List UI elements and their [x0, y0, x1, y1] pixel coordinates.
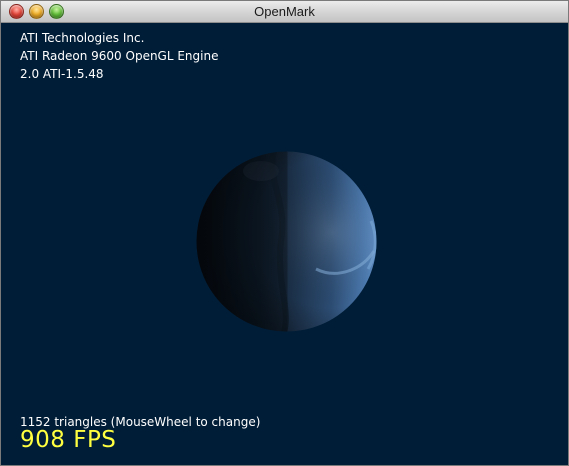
window-title: OpenMark [254, 4, 315, 19]
opengl-viewport[interactable]: ATI Technologies Inc. ATI Radeon 9600 Op… [1, 23, 568, 465]
sphere-graphic [196, 151, 377, 332]
app-window: OpenMark ATI Technologies Inc. ATI Radeo… [0, 0, 569, 466]
rendered-sphere [196, 151, 377, 332]
fps-counter: 908 FPS [20, 427, 117, 453]
gl-version-text: 2.0 ATI-1.5.48 [20, 67, 104, 81]
gl-renderer-text: ATI Radeon 9600 OpenGL Engine [20, 49, 219, 63]
title-bar[interactable]: OpenMark [1, 1, 568, 23]
gl-vendor-text: ATI Technologies Inc. [20, 31, 145, 45]
